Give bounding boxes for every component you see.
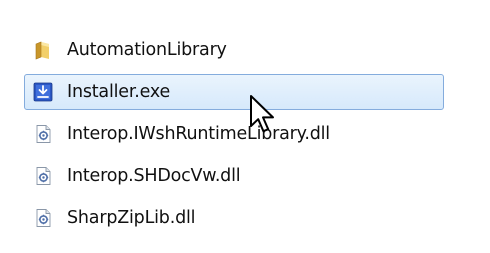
file-name: AutomationLibrary bbox=[67, 40, 227, 60]
file-name: Installer.exe bbox=[67, 82, 171, 102]
file-item-interop-shdocvw-dll[interactable]: Interop.SHDocVw.dll bbox=[24, 158, 444, 194]
dll-file-icon bbox=[36, 209, 51, 227]
file-list: AutomationLibrary Installer.exe Interop.… bbox=[0, 0, 490, 253]
file-name: SharpZipLib.dll bbox=[67, 208, 196, 228]
dll-file-icon bbox=[36, 125, 51, 143]
file-name: Interop.IWshRuntimeLibrary.dll bbox=[67, 124, 330, 144]
file-item-installer-exe[interactable]: Installer.exe bbox=[24, 74, 444, 110]
file-item-sharpziplib-dll[interactable]: SharpZipLib.dll bbox=[24, 200, 444, 236]
dll-file-icon bbox=[36, 167, 51, 185]
folder-icon bbox=[35, 41, 49, 60]
mouse-pointer-icon bbox=[250, 95, 274, 133]
installer-exe-icon bbox=[33, 82, 53, 102]
file-name: Interop.SHDocVw.dll bbox=[67, 166, 241, 186]
file-item-automationlibrary[interactable]: AutomationLibrary bbox=[24, 32, 444, 68]
file-item-interop-iwshruntimelibrary-dll[interactable]: Interop.IWshRuntimeLibrary.dll bbox=[24, 116, 444, 152]
